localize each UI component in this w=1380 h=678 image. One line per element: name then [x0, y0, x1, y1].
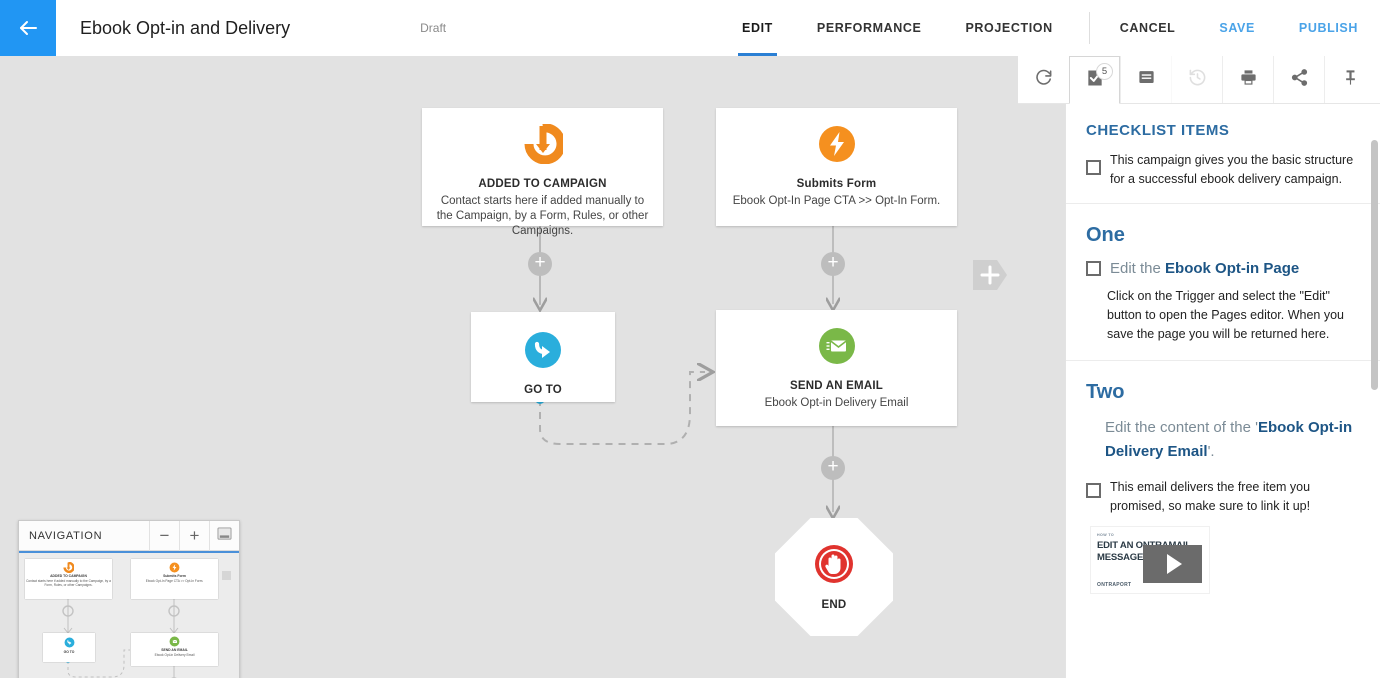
minimap-add-branch-icon [222, 571, 231, 580]
node-subtitle: Ebook Opt-in Delivery Email [764, 397, 909, 409]
add-step-right-button[interactable]: + [821, 252, 845, 276]
minimap-node-subtitle: Ebook Opt-in Delivery Email [154, 652, 195, 657]
minimap-node: GO TO [43, 633, 95, 662]
node-subtitle: Ebook Opt-In Page CTA >> Opt-In Form. [732, 195, 941, 207]
pin-icon [1341, 68, 1360, 92]
notes-button[interactable] [1120, 56, 1171, 103]
step-two-task-suffix: '. [1207, 443, 1215, 460]
node-title: END [821, 598, 847, 611]
minimap-title: NAVIGATION [29, 529, 103, 542]
cancel-button[interactable]: CANCEL [1098, 0, 1198, 56]
campaign-enter-icon [432, 123, 653, 169]
stop-hand-icon [812, 542, 856, 591]
app-header: Ebook Opt-in and Delivery Draft EDIT PER… [0, 0, 1380, 56]
checklist-step-two-heading: Two [1086, 381, 1125, 403]
minimap-node-subtitle: Ebook Opt-In Page CTA >> Opt-In Form. [145, 578, 204, 583]
canvas-toolbar: 5 [1018, 56, 1380, 104]
play-icon[interactable] [1143, 545, 1202, 583]
history-button [1171, 56, 1222, 103]
header-tabs: EDIT PERFORMANCE PROJECTION CANCEL SAVE … [720, 0, 1380, 56]
header-divider [1088, 12, 1090, 44]
checklist-count-badge: 5 [1096, 63, 1113, 80]
checkbox-step-two[interactable] [1086, 483, 1101, 498]
zoom-out-button[interactable]: − [149, 520, 179, 551]
flow-node-added-to-campaign[interactable]: ADDED TO CAMPAIGN Contact starts here if… [422, 108, 663, 237]
add-branch-button[interactable] [971, 256, 1009, 294]
flow-node-submits-form[interactable]: Submits Form Ebook Opt-In Page CTA >> Op… [716, 108, 957, 226]
checkbox-step-one[interactable] [1086, 261, 1101, 276]
history-icon [1188, 68, 1207, 92]
arrow-left-icon [16, 16, 40, 40]
page-title: Ebook Opt-in and Delivery [80, 17, 291, 38]
node-title: GO TO [524, 384, 562, 396]
tab-projection[interactable]: PROJECTION [943, 0, 1074, 56]
step-one-task-prefix: Edit the [1110, 260, 1166, 277]
flow-node-send-an-email[interactable]: SEND AN EMAIL Ebook Opt-in Delivery Emai… [716, 310, 957, 426]
tab-performance[interactable]: PERFORMANCE [795, 0, 944, 56]
minimap-node: SEND AN EMAIL Ebook Opt-in Delivery Emai… [131, 633, 218, 666]
add-step-left-button[interactable]: + [528, 252, 552, 276]
envelope-icon [726, 326, 947, 371]
share-button[interactable] [1273, 56, 1324, 103]
checklist-step-one-heading: One [1086, 224, 1125, 246]
checklist-intro-item: This campaign gives you the basic struct… [1066, 147, 1380, 204]
checklist-step-two-item-text: This email delivers the free item you pr… [1110, 480, 1311, 513]
refresh-icon [1034, 68, 1053, 92]
minimap-body[interactable]: ADDED TO CAMPAIGN Contact starts here if… [19, 551, 239, 678]
video-kicker: HOW TO [1097, 533, 1115, 537]
fit-to-screen-icon [217, 527, 232, 544]
add-step-after-email-button[interactable]: + [821, 456, 845, 480]
checklist-step-one-description: Click on the Trigger and select the "Edi… [1066, 283, 1380, 361]
minimap-node-title: GO TO [63, 650, 75, 654]
node-subtitle: Contact starts here if added manually to… [436, 195, 649, 237]
checklist-button[interactable]: 5 [1069, 56, 1120, 104]
print-icon [1239, 68, 1258, 92]
print-button[interactable] [1222, 56, 1273, 103]
video-logo: ONTRAPORT [1097, 582, 1132, 588]
checklist-panel: CHECKLIST ITEMS This campaign gives you … [1065, 104, 1380, 678]
pin-button[interactable] [1324, 56, 1375, 103]
node-title: SEND AN EMAIL [790, 380, 883, 392]
publish-button[interactable]: PUBLISH [1277, 0, 1380, 56]
flow-node-go-to[interactable]: GO TO [471, 312, 615, 402]
checklist-scrollbar[interactable] [1371, 140, 1378, 390]
minimap-header: NAVIGATION − + [19, 520, 239, 551]
lightning-bolt-icon [726, 124, 947, 169]
howto-video-thumbnail[interactable]: HOW TO EDIT AN ONTRAMAIL MESSAGE ONTRAPO… [1090, 526, 1210, 594]
goto-arrow-icon [481, 330, 605, 375]
status-badge: Draft [420, 21, 447, 35]
step-two-task-prefix: Edit the content of the ' [1105, 419, 1258, 436]
share-icon [1290, 68, 1309, 92]
node-title: ADDED TO CAMPAIGN [478, 178, 607, 190]
minimap-node: Submits Form Ebook Opt-In Page CTA >> Op… [131, 559, 218, 599]
save-button[interactable]: SAVE [1197, 0, 1277, 56]
refresh-button[interactable] [1018, 56, 1069, 103]
flow-node-end[interactable]: END [775, 518, 893, 636]
checklist-intro-text: This campaign gives you the basic struct… [1110, 153, 1354, 186]
zoom-in-button[interactable]: + [179, 520, 209, 551]
tab-edit[interactable]: EDIT [720, 0, 795, 56]
back-button[interactable] [0, 0, 56, 56]
header-spacer [446, 0, 720, 56]
checkbox-intro[interactable] [1086, 160, 1101, 175]
minimap-node-subtitle: Contact starts here if added manually to… [26, 578, 111, 587]
minimap-node: ADDED TO CAMPAIGN Contact starts here if… [25, 559, 112, 599]
step-one-task-link[interactable]: Ebook Opt-in Page [1165, 260, 1299, 277]
checklist-step-two-task: Edit the content of the 'Ebook Opt-in De… [1066, 414, 1380, 478]
fit-to-screen-button[interactable] [209, 520, 239, 551]
notes-icon [1137, 68, 1156, 92]
node-title: Submits Form [796, 178, 877, 190]
minimap-content: ADDED TO CAMPAIGN Contact starts here if… [19, 553, 239, 678]
checklist-panel-title: CHECKLIST ITEMS [1086, 122, 1230, 139]
navigation-minimap[interactable]: NAVIGATION − + ADDED TO CAMPAIGN Contact… [18, 520, 240, 678]
